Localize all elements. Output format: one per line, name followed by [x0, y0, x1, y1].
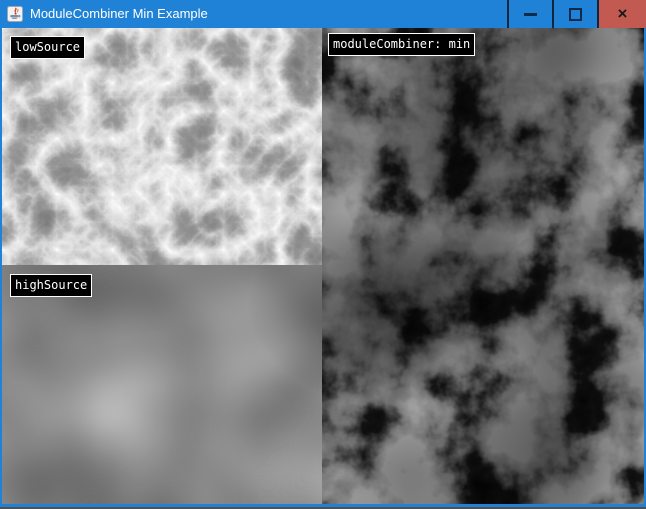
java-coffee-cup-icon: [7, 6, 23, 22]
close-button[interactable]: ×: [597, 0, 646, 28]
minimize-icon: [524, 13, 537, 16]
caption-buttons: ×: [507, 0, 646, 28]
minimize-button[interactable]: [507, 0, 552, 28]
noise-canvas: [2, 28, 644, 504]
maximize-button[interactable]: [552, 0, 597, 28]
low-source-texture: [2, 28, 322, 265]
titlebar[interactable]: ModuleCombiner Min Example ×: [0, 0, 646, 28]
high-source-label: highSource: [10, 274, 92, 297]
module-combiner-label: moduleCombiner: min: [328, 33, 475, 56]
noise-viewport: lowSource moduleCombiner: min highSource: [2, 28, 644, 504]
window-title: ModuleCombiner Min Example: [30, 0, 208, 28]
close-icon: ×: [618, 5, 628, 22]
maximize-icon: [569, 8, 582, 21]
app-window: ModuleCombiner Min Example ×: [0, 0, 646, 509]
low-source-label: lowSource: [10, 36, 85, 59]
